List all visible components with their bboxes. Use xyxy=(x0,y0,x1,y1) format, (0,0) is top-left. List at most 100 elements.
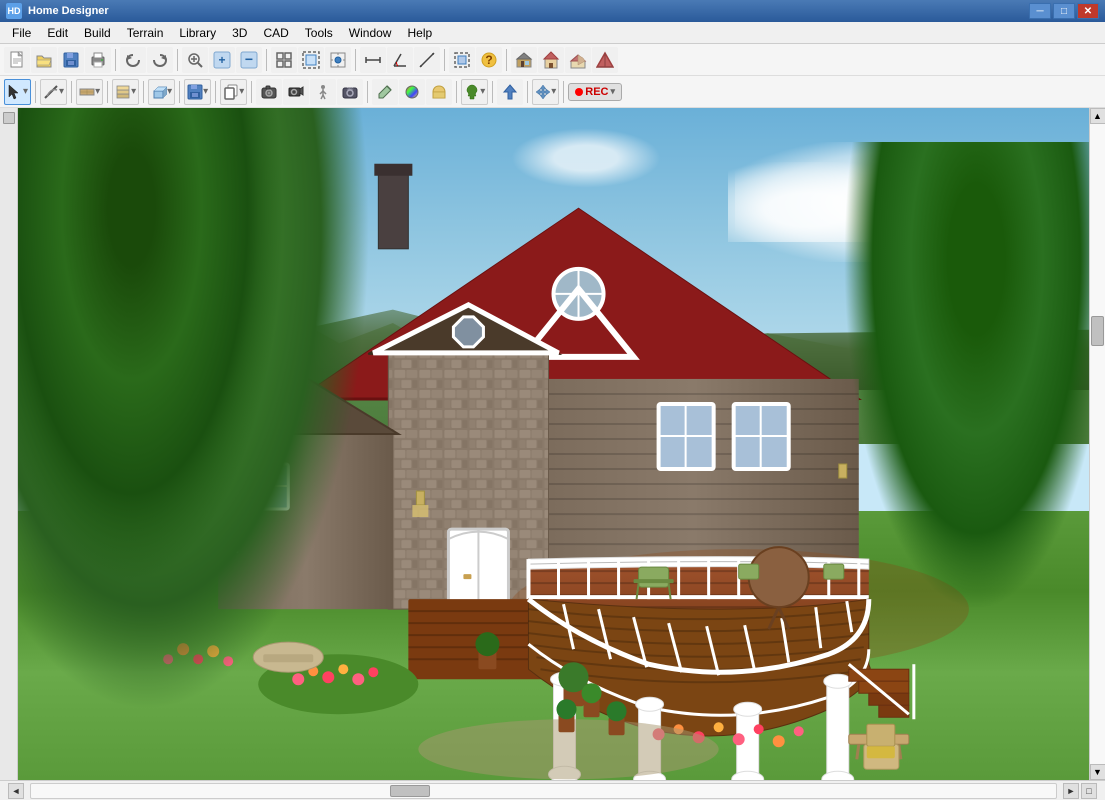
zoom-out-button[interactable]: − xyxy=(236,47,262,73)
select-tool-group[interactable] xyxy=(4,79,31,105)
separator-4 xyxy=(355,49,356,71)
scroll-down-button[interactable]: ▼ xyxy=(1090,764,1105,780)
undo-button[interactable] xyxy=(120,47,146,73)
menu-tools[interactable]: Tools xyxy=(297,22,341,43)
statusbar: ◄ ► □ xyxy=(0,780,1105,800)
sidebar-toggle[interactable] xyxy=(3,112,15,124)
help-button[interactable]: ? xyxy=(476,47,502,73)
menu-file[interactable]: File xyxy=(4,22,39,43)
3d-tool-group[interactable] xyxy=(148,79,175,105)
statusbar-corner-button[interactable]: □ xyxy=(1081,783,1097,799)
redo-button[interactable] xyxy=(147,47,173,73)
line-tool-group[interactable] xyxy=(40,79,67,105)
menu-3d[interactable]: 3D xyxy=(224,22,255,43)
separator-t9 xyxy=(456,81,457,103)
fit-view-button[interactable] xyxy=(271,47,297,73)
copy-tool-group[interactable] xyxy=(220,79,247,105)
tree-right xyxy=(843,142,1089,612)
separator-t10 xyxy=(492,81,493,103)
right-scrollbar: ▲ ▼ xyxy=(1089,108,1105,780)
separator-5 xyxy=(444,49,445,71)
menu-cad[interactable]: CAD xyxy=(255,22,296,43)
separator-t6 xyxy=(215,81,216,103)
minimize-button[interactable]: ─ xyxy=(1029,3,1051,19)
new-file-button[interactable] xyxy=(4,47,30,73)
snap-button[interactable] xyxy=(325,47,351,73)
save-view-group[interactable] xyxy=(184,79,211,105)
record-button[interactable]: REC ▾ xyxy=(568,83,622,101)
camera-tool-3[interactable] xyxy=(310,79,336,105)
angle-button[interactable] xyxy=(387,47,413,73)
menu-build[interactable]: Build xyxy=(76,22,119,43)
app-title: Home Designer xyxy=(28,5,1029,17)
zoom-view-button[interactable] xyxy=(182,47,208,73)
house-view-button[interactable] xyxy=(538,47,564,73)
separator-3 xyxy=(266,49,267,71)
texture-tool[interactable] xyxy=(426,79,452,105)
plan-tool-group[interactable] xyxy=(112,79,139,105)
titlebar: HD Home Designer ─ □ ✕ xyxy=(0,0,1105,22)
paint-tool[interactable] xyxy=(372,79,398,105)
menubar: File Edit Build Terrain Library 3D CAD T… xyxy=(0,22,1105,44)
toolbar-tools: 360 REC ▾ xyxy=(0,76,1105,108)
separator-t2 xyxy=(71,81,72,103)
svg-text:+: + xyxy=(218,53,225,67)
move-tool-group[interactable] xyxy=(532,79,559,105)
separator-t8 xyxy=(367,81,368,103)
plant-tool-group[interactable] xyxy=(461,79,488,105)
separator-2 xyxy=(177,49,178,71)
print-button[interactable] xyxy=(85,47,111,73)
rec-dropdown-icon: ▾ xyxy=(611,86,616,97)
app-icon: HD xyxy=(6,3,22,19)
statusbar-left-button[interactable]: ◄ xyxy=(8,783,24,799)
separator-6 xyxy=(506,49,507,71)
scroll-up-button[interactable]: ▲ xyxy=(1090,108,1105,124)
svg-text:360: 360 xyxy=(347,86,354,91)
rec-label: REC xyxy=(585,86,608,98)
menu-terrain[interactable]: Terrain xyxy=(119,22,172,43)
close-button[interactable]: ✕ xyxy=(1077,3,1099,19)
save-button[interactable] xyxy=(58,47,84,73)
select-all-button[interactable] xyxy=(449,47,475,73)
separator-1 xyxy=(115,49,116,71)
toolbar-main: + − ? xyxy=(0,44,1105,76)
menu-window[interactable]: Window xyxy=(341,22,400,43)
separator-t11 xyxy=(527,81,528,103)
color-picker-tool[interactable] xyxy=(399,79,425,105)
restore-button[interactable]: □ xyxy=(1053,3,1075,19)
svg-text:?: ? xyxy=(485,53,492,67)
menu-library[interactable]: Library xyxy=(171,22,224,43)
scroll-thumb-horizontal[interactable] xyxy=(390,785,430,797)
diagonal-button[interactable] xyxy=(414,47,440,73)
scroll-thumb-vertical[interactable] xyxy=(1091,316,1104,346)
roof-view-button[interactable] xyxy=(592,47,618,73)
zoom-in-button[interactable]: + xyxy=(209,47,235,73)
elevate-button[interactable] xyxy=(497,79,523,105)
fit-all-button[interactable] xyxy=(298,47,324,73)
statusbar-right-button[interactable]: ► xyxy=(1063,783,1079,799)
tree-left-front xyxy=(18,108,296,612)
main-area: ▲ ▼ xyxy=(0,108,1105,780)
canvas-area[interactable] xyxy=(18,108,1089,780)
menu-help[interactable]: Help xyxy=(399,22,440,43)
camera-tool-1[interactable] xyxy=(256,79,282,105)
wall-tool-group[interactable] xyxy=(76,79,103,105)
separator-t4 xyxy=(143,81,144,103)
svg-text:−: − xyxy=(245,51,253,67)
dimension-button[interactable] xyxy=(360,47,386,73)
open-file-button[interactable] xyxy=(31,47,57,73)
horizontal-scrollbar[interactable] xyxy=(30,783,1057,799)
camera-tool-2[interactable] xyxy=(283,79,309,105)
house-3d-button[interactable] xyxy=(565,47,591,73)
separator-t3 xyxy=(107,81,108,103)
separator-t7 xyxy=(251,81,252,103)
left-sidebar xyxy=(0,108,18,780)
menu-edit[interactable]: Edit xyxy=(39,22,76,43)
separator-t5 xyxy=(179,81,180,103)
camera-tool-4[interactable]: 360 xyxy=(337,79,363,105)
separator-t12 xyxy=(563,81,564,103)
house-render xyxy=(18,108,1089,780)
interior-view-button[interactable] xyxy=(511,47,537,73)
window-controls: ─ □ ✕ xyxy=(1029,3,1099,19)
scroll-track-vertical[interactable] xyxy=(1090,124,1105,764)
